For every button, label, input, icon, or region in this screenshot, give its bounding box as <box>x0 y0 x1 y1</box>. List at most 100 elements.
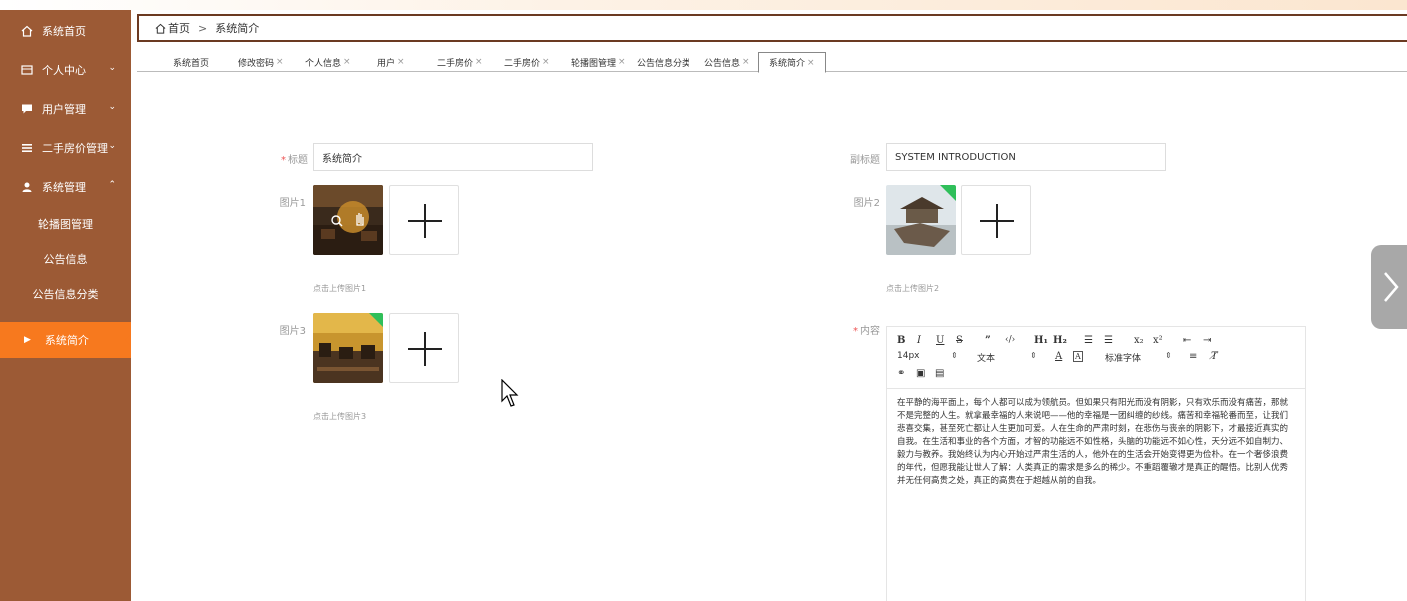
pic1-label: 图片1 <box>279 198 306 209</box>
code-icon[interactable]: ‹/› <box>1005 335 1015 345</box>
tab-label: 系统简介 <box>769 59 806 69</box>
pic1-hint: 点击上传图片1 <box>313 284 367 293</box>
tab-label: 个人信息 <box>305 58 342 69</box>
strikethrough-icon[interactable]: S <box>956 335 963 346</box>
close-icon[interactable]: × <box>742 57 750 67</box>
close-icon[interactable]: × <box>343 57 351 67</box>
font-size-select[interactable]: 14px <box>897 351 920 361</box>
sidebar-item-label: 系统管理 <box>42 181 86 194</box>
sidebar-item-label: 系统首页 <box>42 25 86 38</box>
background-color-icon[interactable]: A <box>1073 351 1083 362</box>
chevron-down-icon: ⌄ <box>108 63 116 73</box>
breadcrumb-current: 系统简介 <box>215 22 260 35</box>
tab-label: 用户 <box>377 58 396 69</box>
indent-icon[interactable]: ⇥ <box>1203 335 1211 346</box>
tab-label: 修改密码 <box>238 58 275 69</box>
breadcrumb: 首页 > 系统简介 <box>137 14 1407 42</box>
font-family-select[interactable]: 标准字体 <box>1105 351 1141 364</box>
tab-notice[interactable]: 公告信息 × <box>704 52 750 72</box>
tab-user[interactable]: 用户 × <box>377 52 405 72</box>
tab-notice-category[interactable]: 公告信息分类 <box>637 52 689 72</box>
content-label: * 内容 <box>840 322 880 337</box>
tab-personal-info[interactable]: 个人信息 × <box>305 52 351 72</box>
heading1-icon[interactable]: H₁ <box>1034 335 1048 346</box>
pic3-label: 图片3 <box>279 326 306 337</box>
chat-icon <box>20 102 34 116</box>
home-icon <box>20 24 34 38</box>
tab-system-intro[interactable]: 系统简介 × <box>758 52 826 73</box>
italic-icon[interactable]: I <box>917 335 921 346</box>
close-icon[interactable]: × <box>397 57 405 67</box>
upload-pic2-button[interactable] <box>961 185 1031 255</box>
active-pointer <box>125 334 131 346</box>
sidebar-item-home[interactable]: 系统首页 <box>0 12 131 50</box>
close-icon[interactable]: × <box>618 57 626 67</box>
card-icon <box>20 63 34 77</box>
bold-icon[interactable]: B <box>897 335 905 346</box>
close-icon[interactable]: × <box>807 58 815 68</box>
pic1-thumbnail[interactable] <box>313 185 383 255</box>
sidebar-item-user-management[interactable]: 用户管理 ⌄ <box>0 90 131 128</box>
caret-right-icon: ▶ <box>24 335 31 345</box>
breadcrumb-home[interactable]: 首页 <box>168 20 190 36</box>
required-mark: * <box>281 155 286 166</box>
list-icon <box>20 141 34 155</box>
home-icon[interactable] <box>155 23 166 34</box>
sidebar-item-system-management[interactable]: 系统管理 ⌃ <box>0 168 131 206</box>
chevron-updown-icon: ⇕ <box>1030 351 1037 360</box>
sidebar-item-system-intro[interactable]: ▶ 系统简介 <box>0 322 131 358</box>
clear-format-icon[interactable]: T̸ <box>1211 351 1218 362</box>
font-color-icon[interactable]: A <box>1055 351 1062 362</box>
align-icon[interactable]: ≡ <box>1189 351 1197 362</box>
breadcrumb-separator: > <box>198 21 208 35</box>
tab-label: 公告信息 <box>704 58 741 69</box>
close-icon[interactable]: × <box>475 57 483 67</box>
outdent-icon[interactable]: ⇤ <box>1183 335 1191 346</box>
link-icon[interactable]: ⚭ <box>897 368 905 379</box>
chevron-updown-icon: ⇕ <box>1165 351 1172 360</box>
block-type-select[interactable]: 文本 <box>977 351 995 364</box>
heading2-icon[interactable]: H₂ <box>1053 335 1067 346</box>
tab-label: 公告信息分类 <box>637 58 689 69</box>
chevron-down-icon: ⌄ <box>108 141 116 151</box>
tab-house-price-2[interactable]: 二手房价 × <box>504 52 550 72</box>
close-icon[interactable]: × <box>276 57 284 67</box>
close-icon[interactable]: × <box>542 57 550 67</box>
pic3-thumbnail[interactable] <box>313 313 383 383</box>
next-arrow-button[interactable] <box>1371 245 1407 329</box>
tab-carousel[interactable]: 轮播图管理 × <box>571 52 626 72</box>
sidebar-subitem-notice-category[interactable]: 公告信息分类 <box>0 277 131 311</box>
rich-text-editor[interactable]: B I U S ” ‹/› H₁ H₂ ☰ ☰ x₂ x² ⇤ ⇥ 14px ⇕… <box>886 326 1306 601</box>
tab-label: 二手房价 <box>504 58 541 69</box>
sidebar-item-house-price[interactable]: 二手房价管理 ⌄ <box>0 129 131 167</box>
tab-house-price-1[interactable]: 二手房价 × <box>437 52 483 72</box>
superscript-icon[interactable]: x² <box>1153 335 1163 346</box>
subtitle-input[interactable]: SYSTEM INTRODUCTION <box>886 143 1166 171</box>
image-icon[interactable]: ▣ <box>916 368 925 379</box>
sidebar-item-personal-center[interactable]: 个人中心 ⌄ <box>0 51 131 89</box>
label-text: 标题 <box>288 155 308 166</box>
title-input[interactable]: 系统简介 <box>313 143 593 171</box>
mouse-cursor-icon <box>501 378 521 412</box>
tab-change-password[interactable]: 修改密码 × <box>238 52 284 72</box>
bullet-list-icon[interactable]: ☰ <box>1104 335 1113 346</box>
tab-label: 轮播图管理 <box>571 58 617 69</box>
top-strip <box>0 0 1407 10</box>
underline-icon[interactable]: U <box>936 335 944 346</box>
chevron-down-icon: ⌄ <box>108 102 116 112</box>
subtitle-label: 副标题 <box>850 155 880 166</box>
ordered-list-icon[interactable]: ☰ <box>1084 335 1093 346</box>
quote-icon[interactable]: ” <box>985 335 991 346</box>
upload-pic1-button[interactable] <box>389 185 459 255</box>
pic2-thumbnail[interactable] <box>886 185 956 255</box>
sidebar-item-label: 二手房价管理 <box>42 142 108 155</box>
video-icon[interactable]: ▤ <box>935 368 944 379</box>
upload-pic3-button[interactable] <box>389 313 459 383</box>
sidebar-subitem-notice[interactable]: 公告信息 <box>0 242 131 276</box>
subscript-icon[interactable]: x₂ <box>1134 335 1144 346</box>
editor-content[interactable]: 在平静的海平面上，每个人都可以成为领航员。但如果只有阳光而没有阴影，只有欢乐而没… <box>887 389 1305 496</box>
tab-home[interactable]: 系统首页 <box>173 52 211 72</box>
tab-label: 系统首页 <box>173 58 210 69</box>
sidebar-subitem-carousel[interactable]: 轮播图管理 <box>0 207 131 241</box>
chevron-right-icon <box>1384 272 1399 302</box>
